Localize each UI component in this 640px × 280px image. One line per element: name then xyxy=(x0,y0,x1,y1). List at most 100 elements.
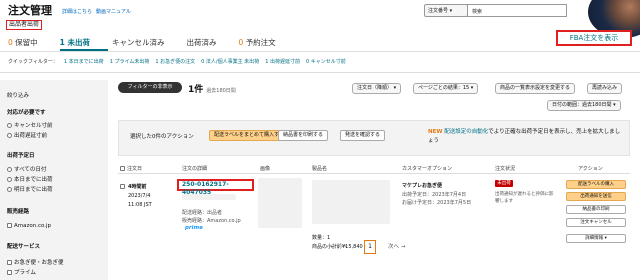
tab-label: 未出荷 xyxy=(67,38,91,47)
filter-option-label: 明日までに出荷 xyxy=(14,187,53,193)
column-header: 製品名 xyxy=(312,166,328,172)
filter-option-label: すべての日付 xyxy=(14,167,47,173)
bulk-buy-label-button[interactable]: 配送ラベルをまとめて購入する xyxy=(209,130,290,141)
select-all-checkbox[interactable]: 注文日 xyxy=(120,165,142,172)
quick-filter-express[interactable]: 1 お急ぎ便の注文 xyxy=(155,59,195,65)
checkbox[interactable] xyxy=(7,223,12,228)
print-packing-slip-button[interactable]: 納品書の印刷 xyxy=(566,205,626,214)
current-page[interactable]: 1 xyxy=(364,240,376,254)
filter-option[interactable]: 出荷遅延寸前 xyxy=(7,131,47,139)
tab-pending[interactable]: 0 保留中 xyxy=(8,37,38,51)
checkbox[interactable] xyxy=(7,260,12,265)
seller-fulfilled-badge: 出品者出荷 xyxy=(6,20,43,30)
more-info-label: 詳細情報 xyxy=(585,236,604,241)
page-title: 注文管理 xyxy=(8,4,52,17)
refresh-button[interactable]: 再読み込み xyxy=(587,83,623,94)
sort-select[interactable]: 注文日（降順） ▾ xyxy=(352,83,402,94)
per-page-value: ページごとの結果：15 xyxy=(418,85,470,91)
quick-filter-label: クイックフィルター： xyxy=(8,59,58,65)
prev-page-link[interactable]: ← 前へ xyxy=(330,242,347,250)
tab-label: 出荷済み xyxy=(186,38,217,47)
tab-divider xyxy=(0,51,640,52)
tab-count: 1 xyxy=(59,38,65,47)
filter-option-label: 本日までに出荷 xyxy=(14,177,53,183)
checkbox[interactable] xyxy=(120,184,125,189)
filter-option[interactable]: 本日までに出荷 xyxy=(7,175,53,183)
sort-value: 注文日（降順） xyxy=(357,85,393,91)
order-time: 11:08 JST xyxy=(128,202,152,208)
display-settings-button[interactable]: 商品の一覧表示設定を変更する xyxy=(495,83,576,94)
filter-option-label: お急ぎ便・お急ぎ便 xyxy=(14,260,64,266)
filter-option[interactable]: プライム xyxy=(7,268,36,276)
date-range-value: 日付の範囲：過去180日間 xyxy=(552,102,612,108)
column-header: カスタマーオプション xyxy=(402,166,453,172)
automation-link[interactable]: 配送設定の自動化 xyxy=(444,129,488,135)
status-note: 出荷通知が遅れると評価に影響します xyxy=(495,192,554,204)
quick-filter-late[interactable]: 1 出荷遅延寸前 xyxy=(265,59,300,65)
search-type-select[interactable]: 注文番号 ▾ xyxy=(424,4,468,17)
sidebar-heading: 配送サービス xyxy=(7,244,41,250)
filter-option[interactable]: 明日までに出荷 xyxy=(7,185,53,193)
customer-option: マケプレお急ぎ便 xyxy=(402,183,443,189)
product-image xyxy=(258,178,302,228)
radio-button[interactable] xyxy=(7,177,12,182)
quick-filter-prime[interactable]: 1 プライム未出荷 xyxy=(110,59,150,65)
video-manual-link[interactable]: 動画マニュアル xyxy=(96,9,131,15)
details-link[interactable]: 詳細はこちら xyxy=(62,9,92,15)
checkbox[interactable] xyxy=(120,166,125,171)
column-header: 注文の詳細 xyxy=(182,166,208,172)
order-id-link[interactable]: 250-0162917-4047035 xyxy=(177,179,254,196)
status-badge: 未出荷 (1) xyxy=(495,180,513,193)
confirm-shipment-row-button[interactable]: 出荷通知を送信 xyxy=(566,192,626,201)
quick-filter-business[interactable]: 0 法人/個人事業主 未出荷 xyxy=(201,59,259,65)
confirm-shipment-button[interactable]: 発送を確認する xyxy=(340,130,386,141)
column-header: アクション xyxy=(578,166,603,172)
search-input[interactable]: 検索 xyxy=(467,4,567,17)
radio-button[interactable] xyxy=(7,133,12,138)
radio-button[interactable] xyxy=(7,167,12,172)
radio-button[interactable] xyxy=(7,123,12,128)
buy-shipping-label-button[interactable]: 配送ラベルの購入 xyxy=(566,180,626,189)
per-page-select[interactable]: ページごとの結果：15 ▾ xyxy=(413,83,479,94)
column-header: 画像 xyxy=(260,166,271,172)
fba-orders-button[interactable]: FBA注文を表示 xyxy=(556,30,632,46)
date-range-select[interactable]: 日付の範囲：過去180日間 ▾ xyxy=(547,100,621,111)
row-checkbox[interactable] xyxy=(120,183,127,190)
prime-logo: prime xyxy=(185,225,203,231)
result-count-note: 過去180日間 xyxy=(206,88,236,94)
print-slip-button[interactable]: 納品書を印刷する xyxy=(278,130,329,141)
filter-option-label: プライム xyxy=(14,270,36,276)
quick-filter-cancel[interactable]: 0 キャンセル寸前 xyxy=(306,59,346,65)
quick-filters: クイックフィルター： 1 本日までに出荷 1 プライム未出荷 1 お急ぎ便の注文 0 法… xyxy=(8,58,346,65)
tab-cancelled[interactable]: キャンセル済み xyxy=(112,37,165,51)
quick-filter-ship-today[interactable]: 1 本日までに出荷 xyxy=(64,59,104,65)
new-tag: NEW xyxy=(428,129,443,135)
tab-count: 0 xyxy=(238,38,244,47)
more-info-button[interactable]: 詳細情報 ▾ xyxy=(566,234,626,243)
radio-button[interactable] xyxy=(7,187,12,192)
active-tab-indicator xyxy=(60,49,108,51)
filter-option[interactable]: Amazon.co.jp xyxy=(7,223,51,229)
sidebar-heading: 販売経路 xyxy=(7,209,30,215)
filter-option-label: キャンセル寸前 xyxy=(14,123,53,129)
filter-option[interactable]: お急ぎ便・お急ぎ便 xyxy=(7,258,64,266)
hide-filters-button[interactable]: フィルターの非表示 xyxy=(118,82,182,93)
filter-option[interactable]: キャンセル寸前 xyxy=(7,121,53,129)
next-page-link[interactable]: 次へ → xyxy=(388,242,405,250)
ship-by-date: 出荷予定日：2023年7月4日 xyxy=(402,192,467,198)
column-header: 注文状況 xyxy=(495,166,516,172)
checkbox[interactable] xyxy=(7,270,12,275)
sidebar-title: 絞り込み xyxy=(7,93,30,99)
result-count-value: 1件 xyxy=(188,85,204,95)
column-header: 注文日 xyxy=(127,166,143,172)
tab-shipped[interactable]: 出荷済み xyxy=(187,37,217,51)
tab-preorder[interactable]: 0 予約注文 xyxy=(239,37,276,51)
product-name-redacted xyxy=(312,180,390,224)
filter-option[interactable]: すべての日付 xyxy=(7,165,46,173)
order-age: 4時間前 xyxy=(128,184,147,190)
automation-promo: NEW 配送設定の自動化でより正確な出荷予定日を表示し、売上を拡大しましょう xyxy=(428,128,624,146)
cancel-order-button[interactable]: 注文キャンセル xyxy=(566,218,626,227)
selected-count-text: 選択した0件のアクション xyxy=(130,134,194,140)
ship-method: 配送経路：出品者 xyxy=(182,210,223,216)
header-links: 詳細はこちら 動画マニュアル xyxy=(62,8,135,15)
